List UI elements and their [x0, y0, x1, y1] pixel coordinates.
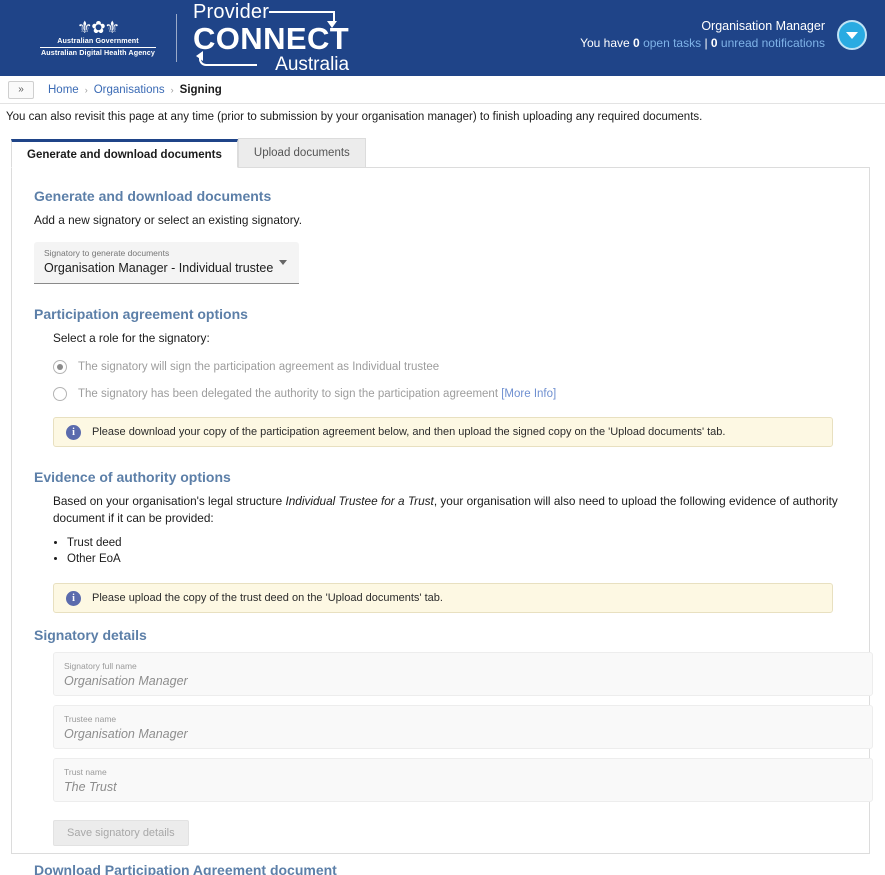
australian-government-crest: ⚜✿⚜ Australian Government Australian Dig… [36, 19, 160, 57]
header-user-area: Organisation Manager You have 0 open tas… [580, 18, 867, 52]
generate-section-description: Add a new signatory or select an existin… [34, 213, 302, 227]
radio-option-label: The signatory has been delegated the aut… [78, 388, 556, 400]
field-label: Signatory full name [64, 661, 137, 671]
tab-label: Generate and download documents [27, 148, 222, 161]
participation-info-alert: i Please download your copy of the parti… [53, 417, 833, 447]
evidence-legal-structure: Individual Trustee for a Trust [285, 494, 434, 508]
user-info: Organisation Manager You have 0 open tas… [580, 18, 825, 52]
signatory-select-value: Organisation Manager - Individual truste… [44, 261, 274, 275]
evidence-document-list: Trust deed Other EoA [67, 536, 851, 567]
field-value: Organisation Manager [64, 674, 188, 688]
user-menu-button[interactable] [837, 20, 867, 50]
double-chevron-right-icon: » [18, 84, 24, 95]
breadcrumb-separator-icon: › [84, 84, 88, 95]
logo-swoosh-bottom-icon [196, 51, 257, 66]
logo-swoosh-top-icon [269, 11, 337, 28]
radio-option-delegated-authority[interactable]: The signatory has been delegated the aut… [53, 387, 851, 401]
participation-prompt: Select a role for the signatory: [53, 331, 210, 345]
trust-name-field[interactable]: Trust name The Trust [53, 758, 873, 802]
field-value: The Trust [64, 780, 117, 794]
generate-section-heading: Generate and download documents [34, 188, 272, 204]
more-info-link[interactable]: [More Info] [501, 388, 556, 400]
crest-line-1: Australian Government [57, 36, 139, 46]
download-section-heading: Download Participation Agreement documen… [34, 862, 337, 875]
breadcrumb-separator-icon: › [170, 84, 174, 95]
breadcrumb: Home › Organisations › Signing [48, 84, 222, 96]
tab-label: Upload documents [253, 147, 350, 159]
brand-divider [176, 14, 177, 62]
evidence-info-alert: i Please upload the copy of the trust de… [53, 583, 833, 613]
tab-generate-and-download-documents[interactable]: Generate and download documents [11, 139, 238, 168]
crest-line-2: Australian Digital Health Agency [41, 47, 155, 57]
evidence-alert-text: Please upload the copy of the trust deed… [92, 592, 443, 604]
coat-of-arms-icon: ⚜✿⚜ [77, 18, 120, 38]
save-signatory-details-button[interactable]: Save signatory details [53, 820, 189, 846]
logo-connect-text: CONNECT [193, 21, 350, 56]
notifications-link[interactable]: unread notifications [718, 36, 825, 50]
status-separator: | [701, 36, 711, 50]
info-icon: i [66, 424, 81, 440]
radio-option-label: The signatory will sign the participatio… [78, 361, 440, 373]
participation-section-heading: Participation agreement options [34, 306, 248, 322]
breadcrumb-item-home[interactable]: Home [48, 84, 79, 96]
user-status-line: You have 0 open tasks | 0 unread notific… [580, 35, 825, 52]
breadcrumb-item-signing: Signing [179, 83, 222, 96]
signatory-full-name-field[interactable]: Signatory full name Organisation Manager [53, 652, 873, 696]
signatory-select-label: Signatory to generate documents [44, 248, 170, 258]
user-name: Organisation Manager [701, 19, 825, 33]
signatory-select[interactable]: Signatory to generate documents Organisa… [34, 242, 299, 284]
brand-lockup: ⚜✿⚜ Australian Government Australian Dig… [36, 2, 349, 74]
radio-option-text: The signatory has been delegated the aut… [78, 388, 502, 400]
list-item: Other EoA [67, 552, 851, 567]
signing-panel: Generate and download documents Add a ne… [11, 167, 873, 875]
radio-icon-unchecked[interactable] [53, 387, 67, 401]
chevron-down-icon [279, 260, 287, 265]
field-value: Organisation Manager [64, 727, 188, 741]
tab-upload-documents[interactable]: Upload documents [237, 138, 366, 167]
sidebar-expand-button[interactable]: » [8, 80, 34, 99]
evidence-description-part1: Based on your organisation's legal struc… [53, 494, 286, 508]
radio-icon-checked[interactable] [53, 360, 67, 374]
breadcrumb-bar: » Home › Organisations › Signing [0, 76, 885, 104]
radio-option-sign-as-individual-trustee[interactable]: The signatory will sign the participatio… [53, 360, 851, 374]
field-label: Trust name [64, 767, 107, 777]
chevron-down-icon [846, 31, 858, 39]
evidence-description: Based on your organisation's legal struc… [53, 493, 871, 527]
open-tasks-count: 0 [633, 36, 640, 50]
info-icon: i [66, 590, 81, 606]
notifications-count: 0 [710, 36, 718, 50]
list-item: Trust deed [67, 536, 851, 551]
open-tasks-link[interactable]: open tasks [640, 36, 701, 50]
field-label: Trustee name [64, 714, 117, 724]
status-prefix: You have [580, 36, 634, 50]
evidence-section-heading: Evidence of authority options [34, 469, 231, 485]
provider-connect-logo: Provider CONNECT Australia [193, 2, 349, 74]
trustee-name-field[interactable]: Trustee name Organisation Manager [53, 705, 873, 749]
participation-alert-text: Please download your copy of the partici… [92, 426, 726, 438]
tab-bar: Generate and download documents Upload d… [0, 137, 885, 168]
intro-text: You can also revisit this page at any ti… [6, 111, 703, 123]
site-header: ⚜✿⚜ Australian Government Australian Dig… [0, 0, 885, 76]
breadcrumb-item-organisations[interactable]: Organisations [94, 84, 165, 96]
signatory-details-heading: Signatory details [34, 627, 147, 643]
